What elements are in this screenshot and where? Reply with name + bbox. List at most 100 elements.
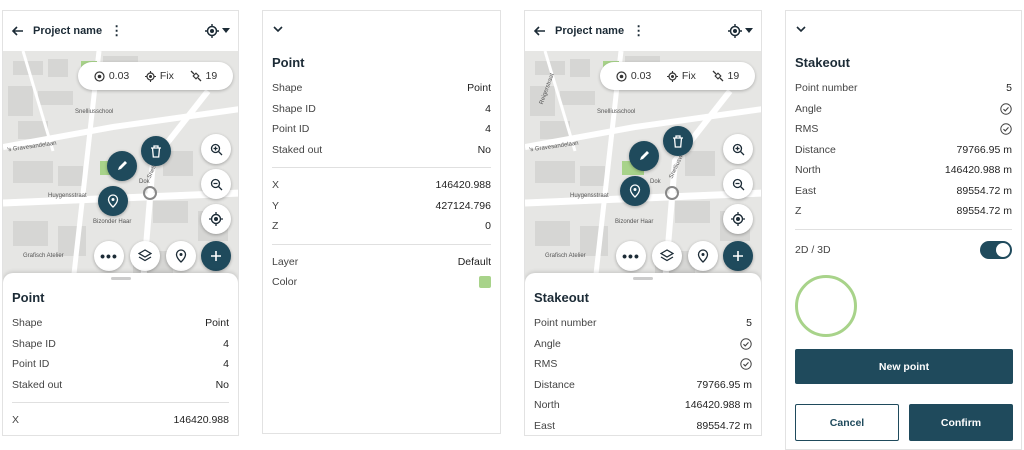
back-arrow-icon[interactable]: [533, 24, 547, 38]
more-button[interactable]: •••: [94, 241, 124, 271]
gps-menu[interactable]: [728, 24, 753, 38]
angle-row: Angle: [534, 334, 752, 355]
zoom-in-button[interactable]: [201, 134, 231, 164]
sheet-title: Point: [12, 290, 45, 305]
satellite-count: 19: [205, 70, 218, 82]
new-point-button[interactable]: New point: [795, 349, 1013, 384]
row-label: X: [12, 414, 20, 427]
add-button[interactable]: [201, 241, 231, 271]
layers-button[interactable]: [652, 241, 682, 271]
map-view[interactable]: Reigerstraat Snelliusschool 's Gravesand…: [525, 51, 761, 283]
confirm-button[interactable]: Confirm: [909, 404, 1013, 441]
check-circle-icon: [740, 338, 752, 350]
chevron-down-icon[interactable]: [796, 25, 806, 33]
rms-row: RMS: [534, 354, 752, 375]
selected-point-marker[interactable]: [620, 176, 650, 206]
row-label: Y: [272, 199, 280, 212]
row-label: Z: [795, 205, 802, 218]
east-row: East 89554.72 m: [795, 181, 1012, 202]
trash-icon: [151, 144, 161, 158]
row-label: Shape: [12, 317, 43, 330]
gps-menu[interactable]: [205, 24, 230, 38]
locate-button[interactable]: [201, 204, 231, 234]
row-label: Point ID: [272, 123, 310, 136]
delete-button[interactable]: [141, 136, 171, 166]
screen-stakeout-map: Project name ⋮ Reigerstraat Snelliusscho…: [524, 10, 762, 436]
row-value: No: [215, 378, 229, 391]
project-title: Project name: [555, 25, 625, 37]
accuracy-value: 0.03: [108, 70, 130, 82]
zoom-in-icon: [210, 143, 222, 155]
row-label: Point number: [534, 317, 597, 330]
delete-button[interactable]: [663, 126, 693, 156]
row-label: Color: [272, 276, 298, 289]
detail-row: Shape Point: [12, 313, 229, 334]
color-swatch[interactable]: [479, 276, 491, 289]
row-label: East: [534, 419, 556, 432]
row-value: 0: [485, 220, 491, 233]
chevron-down-icon[interactable]: [273, 25, 283, 33]
drag-handle[interactable]: [633, 277, 653, 280]
point-bottom-sheet: Point Shape Point Shape ID 4 Point ID 4 Sta…: [3, 273, 238, 435]
detail-row: Staked out No: [272, 140, 491, 161]
row-label: RMS: [534, 358, 558, 371]
angle-row: Angle: [795, 99, 1012, 120]
row-value: 4: [223, 337, 229, 350]
row-value: 89554.72 m: [696, 419, 752, 432]
coord-row: X 146420.988: [272, 175, 491, 196]
satellite-icon: [190, 70, 201, 82]
layer-row[interactable]: Layer Default: [272, 252, 491, 273]
location-pin-icon: [629, 184, 641, 198]
map-label-grafisch-atelier: Grafisch Atelier: [23, 253, 64, 259]
zoom-out-button[interactable]: [201, 169, 231, 199]
project-title: Project name: [33, 25, 103, 37]
row-label: North: [534, 399, 560, 412]
location-pin-icon: [697, 249, 709, 263]
fix-value: Fix: [681, 70, 696, 82]
detail-row: Point ID 4: [12, 354, 229, 375]
add-button[interactable]: [723, 241, 753, 271]
row-value: 146420.988 m: [944, 164, 1012, 177]
accuracy-value: 0.03: [630, 70, 652, 82]
row-value: 89554.72 m: [956, 184, 1012, 197]
distance-row: Distance 79766.95 m: [534, 375, 752, 396]
screen-point-map: Project name ⋮ Snelliusschool 's Gravesa…: [2, 10, 239, 436]
row-label: Distance: [795, 143, 836, 156]
mode-toggle[interactable]: [980, 240, 1012, 259]
selected-point-marker[interactable]: [98, 186, 128, 216]
edit-button[interactable]: [107, 151, 137, 181]
row-value: 4: [223, 358, 229, 371]
row-value: 79766.95 m: [696, 378, 752, 391]
back-arrow-icon[interactable]: [11, 24, 25, 38]
trash-icon: [673, 134, 683, 148]
cancel-button[interactable]: Cancel: [795, 404, 899, 441]
gps-status-pill: 0.03 Fix 19: [600, 62, 755, 90]
add-marker-button[interactable]: [166, 241, 196, 271]
row-value: 146420.988: [435, 179, 491, 192]
more-button[interactable]: •••: [616, 241, 646, 271]
add-marker-button[interactable]: [688, 241, 718, 271]
crosshair-icon: [728, 24, 742, 38]
screen-stakeout-details: Stakeout Point number 5 Angle RMS Distanc…: [785, 10, 1022, 450]
layers-button[interactable]: [130, 241, 160, 271]
drag-handle[interactable]: [110, 277, 131, 280]
detail-row: Staked out No: [12, 375, 229, 396]
more-horiz-icon: •••: [622, 248, 640, 264]
more-horiz-icon: •••: [100, 248, 118, 264]
check-circle-icon: [740, 358, 752, 370]
zoom-in-button[interactable]: [723, 134, 753, 164]
fix-crosshair-icon: [666, 70, 678, 82]
plus-icon: [733, 251, 743, 261]
north-row: North 146420.988 m: [795, 160, 1012, 181]
z-row: Z 89554.72 m: [795, 201, 1012, 222]
color-row[interactable]: Color: [272, 272, 491, 293]
locate-button[interactable]: [723, 204, 753, 234]
map-view[interactable]: Snelliusschool 's Gravesandelaan Huygens…: [3, 51, 238, 283]
more-vert-icon[interactable]: ⋮: [632, 23, 645, 39]
edit-button[interactable]: [629, 141, 659, 171]
row-value: Point: [467, 82, 491, 95]
zoom-out-button[interactable]: [723, 169, 753, 199]
more-vert-icon[interactable]: ⋮: [110, 23, 123, 39]
layer-value: Default: [457, 255, 491, 268]
mode-label: 2D / 3D: [795, 243, 831, 256]
